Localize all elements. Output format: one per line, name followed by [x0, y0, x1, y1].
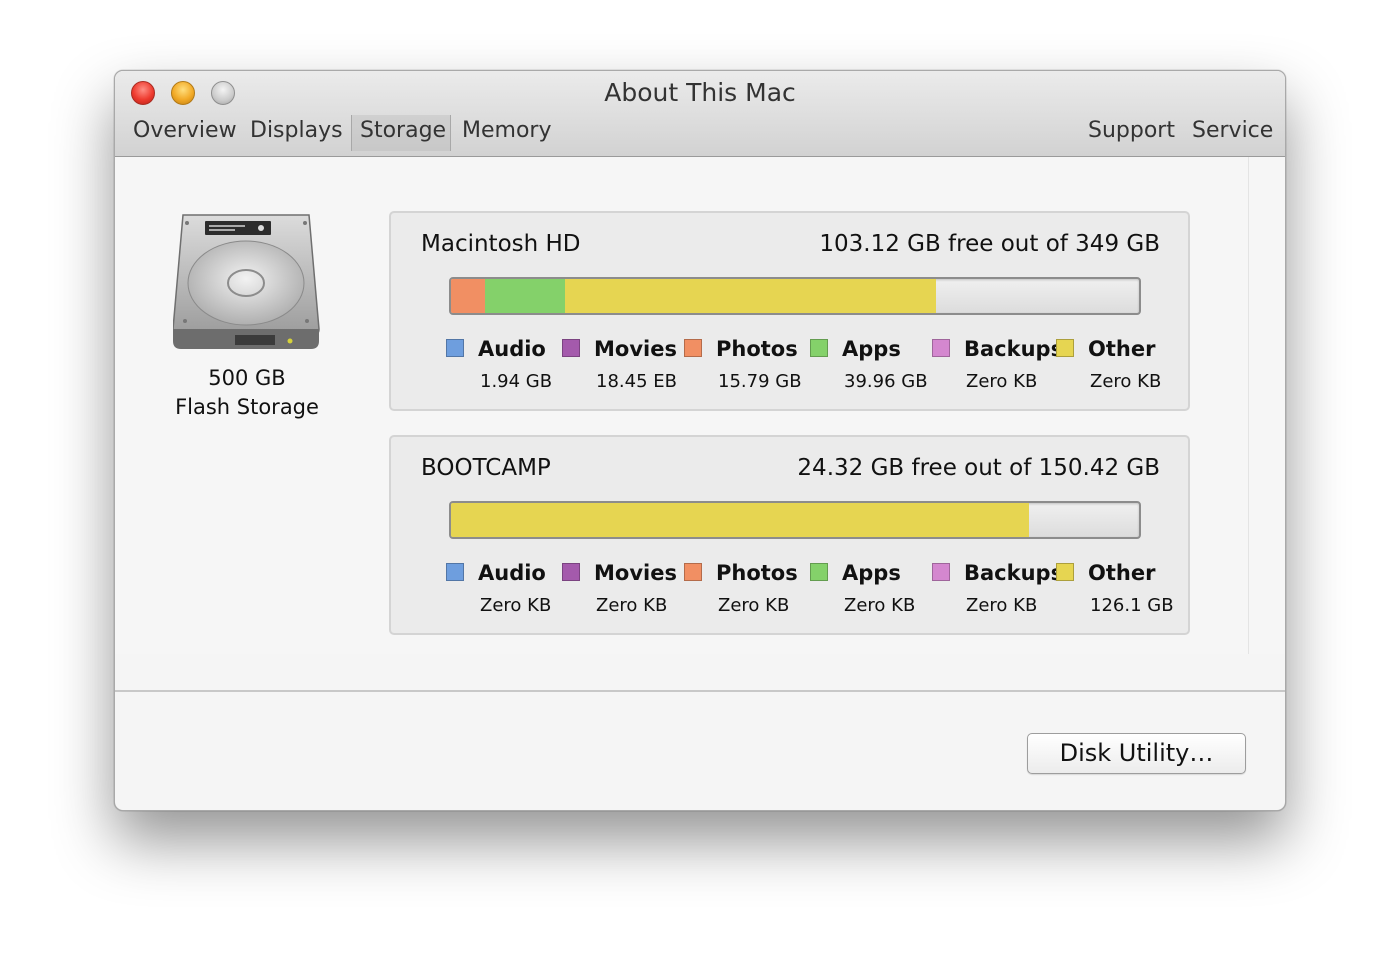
audio-swatch [446, 339, 464, 357]
legend-value: 39.96 GB [844, 371, 928, 392]
tab-storage[interactable]: Storage [360, 118, 446, 143]
backups-swatch [932, 563, 950, 581]
usage-segment-other [564, 279, 937, 313]
legend-value: Zero KB [1090, 371, 1162, 392]
tab-memory[interactable]: Memory [462, 118, 551, 143]
legend-value: Zero KB [480, 595, 552, 616]
volume-name: Macintosh HD [421, 231, 581, 257]
disk-capacity: 500 GB [208, 366, 286, 390]
legend-value: Zero KB [966, 371, 1038, 392]
photos-swatch [684, 339, 702, 357]
legend-label: Audio [478, 337, 546, 361]
disk-type: Flash Storage [175, 395, 319, 419]
legend-label: Photos [716, 561, 798, 585]
legend-label: Backups [964, 561, 1064, 585]
legend-value: 126.1 GB [1090, 595, 1174, 616]
legend-value: Zero KB [844, 595, 916, 616]
legend-value: Zero KB [966, 595, 1038, 616]
audio-swatch [446, 563, 464, 581]
legend-label: Apps [842, 337, 901, 361]
legend-label: Movies [594, 337, 677, 361]
apps-swatch [810, 563, 828, 581]
backups-swatch [932, 339, 950, 357]
other-swatch [1056, 563, 1074, 581]
legend-label: Photos [716, 337, 798, 361]
volume-free-space: 103.12 GB free out of 349 GB [819, 231, 1160, 257]
movies-swatch [562, 339, 580, 357]
legend-value: 1.94 GB [480, 371, 553, 392]
apps-swatch [810, 339, 828, 357]
legend-label: Other [1088, 337, 1156, 361]
volume-free-space: 24.32 GB free out of 150.42 GB [797, 455, 1160, 481]
legend-label: Apps [842, 561, 901, 585]
legend-label: Movies [594, 561, 677, 585]
storage-usage-bar [449, 277, 1141, 315]
volume-panel-bootcamp: BOOTCAMP 24.32 GB free out of 150.42 GB … [389, 435, 1190, 635]
window-title: About This Mac [604, 78, 796, 107]
legend-value: Zero KB [596, 595, 668, 616]
other-swatch [1056, 339, 1074, 357]
volume-panel-macintosh-hd: Macintosh HD 103.12 GB free out of 349 G… [389, 211, 1190, 411]
volume-name: BOOTCAMP [421, 455, 551, 481]
movies-swatch [562, 563, 580, 581]
tab-displays[interactable]: Displays [250, 118, 343, 143]
footer-divider [115, 690, 1285, 692]
legend-value: 15.79 GB [718, 371, 802, 392]
tab-service[interactable]: Service [1192, 118, 1273, 143]
disk-utility-button[interactable]: Disk Utility… [1027, 733, 1246, 774]
legend-label: Audio [478, 561, 546, 585]
legend-label: Other [1088, 561, 1156, 585]
legend-value: Zero KB [718, 595, 790, 616]
usage-segment-other [451, 503, 1029, 537]
photos-swatch [684, 563, 702, 581]
tab-overview[interactable]: Overview [133, 118, 237, 143]
usage-segment-photos [451, 279, 486, 313]
hard-drive-icon [173, 214, 320, 349]
legend-label: Backups [964, 337, 1064, 361]
legend-value: 18.45 EB [596, 371, 677, 392]
title-bar: About This Mac Overview Displays Storage… [115, 71, 1285, 157]
storage-usage-bar [449, 501, 1141, 539]
about-this-mac-window: About This Mac Overview Displays Storage… [114, 70, 1286, 811]
tab-support[interactable]: Support [1088, 118, 1175, 143]
usage-segment-apps [485, 279, 565, 313]
